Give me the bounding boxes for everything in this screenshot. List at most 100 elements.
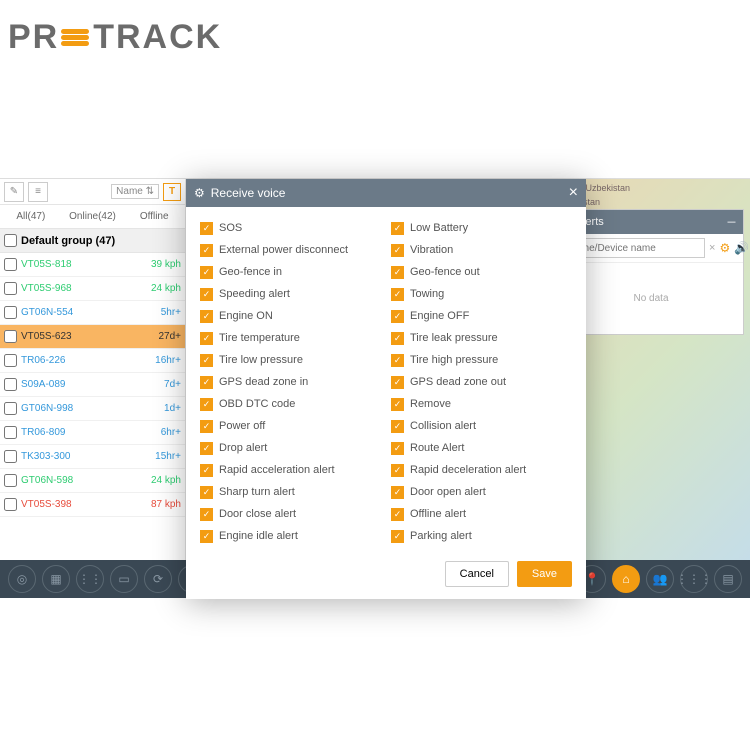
checkbox-icon[interactable]: ✓ <box>391 354 404 367</box>
checkbox-icon[interactable]: ✓ <box>391 464 404 477</box>
tool-icon[interactable]: ⋮⋮ <box>76 565 104 593</box>
voice-option[interactable]: ✓GPS dead zone in <box>200 371 381 393</box>
pencil-icon[interactable]: ✎ <box>4 182 24 202</box>
checkbox-icon[interactable]: ✓ <box>200 354 213 367</box>
device-row[interactable]: TR06-8096hr+ <box>0 421 185 445</box>
modal-close-icon[interactable]: × <box>569 184 578 202</box>
home-icon[interactable]: ⌂ <box>612 565 640 593</box>
device-checkbox[interactable] <box>4 306 17 319</box>
checkbox-icon[interactable]: ✓ <box>200 508 213 521</box>
tool-icon[interactable]: ⟳ <box>144 565 172 593</box>
checkbox-icon[interactable]: ✓ <box>391 420 404 433</box>
checkbox-icon[interactable]: ✓ <box>200 376 213 389</box>
device-checkbox[interactable] <box>4 330 17 343</box>
checkbox-icon[interactable]: ✓ <box>391 332 404 345</box>
checkbox-icon[interactable]: ✓ <box>391 266 404 279</box>
checkbox-icon[interactable]: ✓ <box>200 398 213 411</box>
device-checkbox[interactable] <box>4 426 17 439</box>
voice-option[interactable]: ✓Geo-fence out <box>391 261 572 283</box>
device-row[interactable]: VT05S-96824 kph <box>0 277 185 301</box>
voice-option[interactable]: ✓Parking alert <box>391 525 572 547</box>
device-row[interactable]: S09A-0897d+ <box>0 373 185 397</box>
tool-icon[interactable]: 👥 <box>646 565 674 593</box>
voice-option[interactable]: ✓Tire temperature <box>200 327 381 349</box>
voice-option[interactable]: ✓Rapid deceleration alert <box>391 459 572 481</box>
device-row[interactable]: TR06-22616hr+ <box>0 349 185 373</box>
checkbox-icon[interactable]: ✓ <box>200 222 213 235</box>
checkbox-icon[interactable]: ✓ <box>391 222 404 235</box>
device-checkbox[interactable] <box>4 450 17 463</box>
checkbox-icon[interactable]: ✓ <box>200 266 213 279</box>
device-checkbox[interactable] <box>4 282 17 295</box>
checkbox-icon[interactable]: ✓ <box>200 442 213 455</box>
tab-online[interactable]: Online(42) <box>62 205 124 228</box>
t-toggle-button[interactable]: T <box>163 183 181 201</box>
voice-option[interactable]: ✓Tire low pressure <box>200 349 381 371</box>
sound-icon[interactable]: 🔊 <box>734 240 749 256</box>
tab-all[interactable]: All(47) <box>0 205 62 228</box>
voice-option[interactable]: ✓Towing <box>391 283 572 305</box>
checkbox-icon[interactable]: ✓ <box>391 288 404 301</box>
list-icon[interactable]: ≡ <box>28 182 48 202</box>
checkbox-icon[interactable]: ✓ <box>391 376 404 389</box>
voice-option[interactable]: ✓Door open alert <box>391 481 572 503</box>
checkbox-icon[interactable]: ✓ <box>200 244 213 257</box>
device-checkbox[interactable] <box>4 354 17 367</box>
tool-icon[interactable]: ◎ <box>8 565 36 593</box>
voice-option[interactable]: ✓Offline alert <box>391 503 572 525</box>
checkbox-icon[interactable]: ✓ <box>391 442 404 455</box>
tool-icon[interactable]: ▦ <box>42 565 70 593</box>
voice-option[interactable]: ✓Rapid acceleration alert <box>200 459 381 481</box>
tool-icon[interactable]: ▭ <box>110 565 138 593</box>
voice-option[interactable]: ✓Tire high pressure <box>391 349 572 371</box>
sort-button[interactable]: Name ⇅ <box>111 184 159 199</box>
voice-option[interactable]: ✓Route Alert <box>391 437 572 459</box>
checkbox-icon[interactable]: ✓ <box>200 420 213 433</box>
clear-icon[interactable]: × <box>709 242 715 254</box>
device-checkbox[interactable] <box>4 474 17 487</box>
group-row[interactable]: Default group (47) <box>0 229 185 253</box>
alerts-close-icon[interactable]: － <box>726 214 737 230</box>
voice-option[interactable]: ✓Low Battery <box>391 217 572 239</box>
tab-offline[interactable]: Offline <box>123 205 185 228</box>
checkbox-icon[interactable]: ✓ <box>391 244 404 257</box>
checkbox-icon[interactable]: ✓ <box>200 464 213 477</box>
voice-option[interactable]: ✓Remove <box>391 393 572 415</box>
tool-icon[interactable]: ▤ <box>714 565 742 593</box>
voice-option[interactable]: ✓Engine OFF <box>391 305 572 327</box>
checkbox-icon[interactable]: ✓ <box>391 508 404 521</box>
checkbox-icon[interactable]: ✓ <box>391 486 404 499</box>
voice-option[interactable]: ✓Door close alert <box>200 503 381 525</box>
voice-option[interactable]: ✓Power off <box>200 415 381 437</box>
gear-icon[interactable]: ⚙ <box>719 240 730 256</box>
tool-icon[interactable]: ⋮⋮⋮ <box>680 565 708 593</box>
device-checkbox[interactable] <box>4 378 17 391</box>
device-row[interactable]: GT06N-59824 kph <box>0 469 185 493</box>
checkbox-icon[interactable]: ✓ <box>200 530 213 543</box>
voice-option[interactable]: ✓Sharp turn alert <box>200 481 381 503</box>
checkbox-icon[interactable]: ✓ <box>391 398 404 411</box>
group-checkbox[interactable] <box>4 234 17 247</box>
device-row[interactable]: GT06N-9981d+ <box>0 397 185 421</box>
voice-option[interactable]: ✓Engine ON <box>200 305 381 327</box>
device-row[interactable]: TK303-30015hr+ <box>0 445 185 469</box>
voice-option[interactable]: ✓Geo-fence in <box>200 261 381 283</box>
device-row[interactable]: VT05S-39887 kph <box>0 493 185 517</box>
checkbox-icon[interactable]: ✓ <box>391 310 404 323</box>
voice-option[interactable]: ✓OBD DTC code <box>200 393 381 415</box>
voice-option[interactable]: ✓Collision alert <box>391 415 572 437</box>
voice-option[interactable]: ✓Tire leak pressure <box>391 327 572 349</box>
voice-option[interactable]: ✓Vibration <box>391 239 572 261</box>
checkbox-icon[interactable]: ✓ <box>200 332 213 345</box>
device-row[interactable]: GT06N-5545hr+ <box>0 301 185 325</box>
voice-option[interactable]: ✓External power disconnect <box>200 239 381 261</box>
voice-option[interactable]: ✓GPS dead zone out <box>391 371 572 393</box>
device-row[interactable]: VT05S-62327d+ <box>0 325 185 349</box>
save-button[interactable]: Save <box>517 561 572 587</box>
device-checkbox[interactable] <box>4 402 17 415</box>
checkbox-icon[interactable]: ✓ <box>200 486 213 499</box>
checkbox-icon[interactable]: ✓ <box>200 288 213 301</box>
voice-option[interactable]: ✓Drop alert <box>200 437 381 459</box>
device-checkbox[interactable] <box>4 258 17 271</box>
voice-option[interactable]: ✓Engine idle alert <box>200 525 381 547</box>
